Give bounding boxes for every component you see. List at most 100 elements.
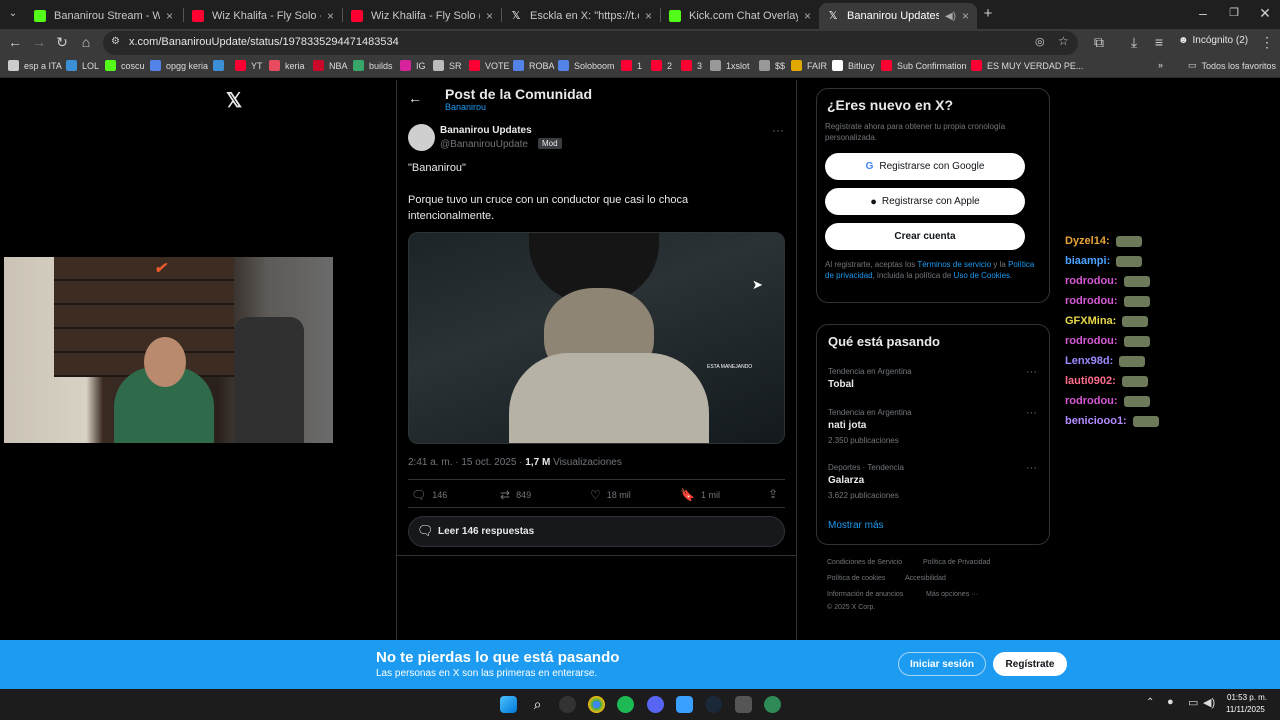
bookmark-item[interactable]: opgg keria <box>150 60 208 71</box>
window-close-icon[interactable]: ✕ <box>1256 4 1274 22</box>
extensions-icon[interactable]: ⧉ <box>1090 33 1108 51</box>
x-logo-icon[interactable]: 𝕏 <box>226 88 242 113</box>
register-button[interactable]: Regístrate <box>993 652 1067 676</box>
bookmark-item[interactable]: coscu <box>105 60 145 71</box>
bookmark-item[interactable]: VOTE <box>469 60 510 71</box>
bookmark-item[interactable]: Sub Confirmation <box>881 60 967 71</box>
microphone-icon[interactable]: ● <box>1167 696 1174 708</box>
trend-0-more-icon[interactable]: ··· <box>1026 366 1037 378</box>
bookmark-item[interactable]: $$ <box>759 60 785 71</box>
footer-link-terms[interactable]: Condiciones de Servicio <box>827 559 902 566</box>
bookmark-item[interactable]: builds <box>353 60 393 71</box>
steam-icon[interactable] <box>705 696 722 713</box>
login-button[interactable]: Iniciar sesión <box>898 652 986 676</box>
address-bar[interactable]: ⚙ x.com/BananirouUpdate/status/197833529… <box>103 31 1078 55</box>
bookmark-item[interactable]: Bitlucy <box>832 60 875 71</box>
spotify-icon[interactable] <box>617 696 634 713</box>
bookmark-button[interactable]: 🔖 1 mil <box>680 488 720 502</box>
bookmark-item[interactable]: 2 <box>651 60 672 71</box>
profile-button[interactable]: ☻ Incógnito (2) <box>1178 35 1248 46</box>
maximize-icon[interactable]: ❐ <box>1225 4 1243 22</box>
home-icon[interactable]: ⌂ <box>77 33 95 51</box>
bookmark-item[interactable]: NBA <box>313 60 348 71</box>
bookmark-item[interactable]: YT <box>235 60 263 71</box>
post-video[interactable]: ESTA MANEJANDO ➤ <box>408 232 785 444</box>
tray-chevron-icon[interactable]: ⌃ <box>1146 697 1154 708</box>
bookmark-item[interactable]: IG <box>400 60 426 71</box>
tab-search-icon[interactable]: ⌄ <box>4 5 22 23</box>
network-icon[interactable]: ▭ <box>1188 696 1198 709</box>
google-signup-button[interactable]: G Registrarse con Google <box>825 153 1025 180</box>
close-icon[interactable]: × <box>962 9 969 23</box>
clock-time[interactable]: 01:53 p. m. <box>1227 693 1267 702</box>
bookmark-item[interactable]: 1 <box>621 60 642 71</box>
chrome-icon[interactable] <box>588 696 605 713</box>
reload-icon[interactable]: ↻ <box>53 33 71 51</box>
post-timestamp[interactable]: 2:41 a. m. · 15 oct. 2025 · <box>408 457 523 468</box>
share-icon[interactable]: ⇪ <box>768 487 778 501</box>
bookmarks-overflow-icon[interactable]: » <box>1158 60 1163 70</box>
trend-1-name[interactable]: nati jota <box>828 420 866 431</box>
site-info-icon[interactable]: ⚙ <box>111 36 120 47</box>
reply-button[interactable]: 🗨 146 <box>411 488 447 502</box>
bookmark-item[interactable]: 1xslot <box>710 60 750 71</box>
tab-5-active[interactable]: 𝕏 Bananirou Updates en X: " ◀) × <box>819 3 977 29</box>
author-name[interactable]: Bananirou Updates <box>440 125 532 136</box>
back-arrow-icon[interactable]: ← <box>408 90 422 106</box>
bookmark-item[interactable]: esp a ITA <box>8 60 62 71</box>
bookmark-item[interactable]: keria <box>269 60 305 71</box>
forward-icon[interactable]: → <box>30 33 48 51</box>
terms-link[interactable]: Términos de servicio <box>917 260 991 269</box>
close-icon[interactable]: × <box>327 9 334 23</box>
bookmark-item[interactable]: FAIR <box>791 60 827 71</box>
footer-link-privacy[interactable]: Política de Privacidad <box>923 559 990 566</box>
trend-0-name[interactable]: Tobal <box>828 379 854 390</box>
author-handle[interactable]: @BananirouUpdate <box>440 139 528 150</box>
footer-link-cookies[interactable]: Política de cookies <box>827 575 885 582</box>
start-icon[interactable] <box>500 696 517 713</box>
bookmark-item[interactable] <box>213 60 229 71</box>
close-icon[interactable]: × <box>486 9 493 23</box>
bookmark-item[interactable]: ROBA <box>513 60 555 71</box>
menu-icon[interactable]: ⋮ <box>1258 33 1276 51</box>
speaker-icon[interactable]: ◀) <box>945 11 956 22</box>
star-icon[interactable]: ☆ <box>1058 34 1069 48</box>
tab-2[interactable]: Wiz Khalifa - Fly Solo (LYRICS) × <box>343 3 501 29</box>
footer-link-ads[interactable]: Información de anuncios <box>827 591 903 598</box>
minimize-icon[interactable]: – <box>1194 4 1212 22</box>
apple-signup-button[interactable]: ● Registrarse con Apple <box>825 188 1025 215</box>
bookmark-item[interactable]: Soloboom <box>558 60 615 71</box>
cookies-link[interactable]: Uso de Cookies <box>954 271 1010 280</box>
tab-1[interactable]: Wiz Khalifa - Fly Solo - YouTube × <box>184 3 342 29</box>
more-options-icon[interactable]: ··· <box>772 123 784 137</box>
trend-2-name[interactable]: Galarza <box>828 475 864 486</box>
show-more-link[interactable]: Mostrar más <box>828 520 884 531</box>
notepad-icon[interactable] <box>676 696 693 713</box>
clock-date[interactable]: 11/11/2025 <box>1226 705 1265 714</box>
trend-1-more-icon[interactable]: ··· <box>1026 407 1037 419</box>
footer-link-more[interactable]: Más opciones ··· <box>926 591 978 598</box>
discord-icon[interactable] <box>647 696 664 713</box>
search-icon[interactable]: ⌕ <box>529 696 546 713</box>
bookmark-item[interactable]: ES MUY VERDAD PE... <box>971 60 1083 71</box>
trend-2-more-icon[interactable]: ··· <box>1026 462 1037 474</box>
bookmark-item[interactable]: LOL <box>66 60 99 71</box>
bookmark-item[interactable]: SR <box>433 60 462 71</box>
like-button[interactable]: ♡ 18 mil <box>590 488 631 502</box>
close-icon[interactable]: × <box>166 9 173 23</box>
repost-button[interactable]: ⇄ 849 <box>500 488 531 502</box>
tab-0[interactable]: Bananirou Stream - Watch Live × <box>26 3 181 29</box>
create-account-button[interactable]: Crear cuenta <box>825 223 1025 250</box>
back-icon[interactable]: ← <box>6 33 24 51</box>
tab-3[interactable]: 𝕏 Esckla en X: "https://t.co/aC7Ap × <box>502 3 660 29</box>
obs-icon[interactable] <box>559 696 576 713</box>
app-icon[interactable] <box>735 696 752 713</box>
tab-4[interactable]: Kick.com Chat Overlay × <box>661 3 819 29</box>
close-icon[interactable]: × <box>804 9 811 23</box>
volume-icon[interactable]: ◀) <box>1203 696 1215 709</box>
globe-icon[interactable] <box>764 696 781 713</box>
all-bookmarks-button[interactable]: ▭ Todos los favoritos <box>1188 60 1276 71</box>
footer-link-accessibility[interactable]: Accesibilidad <box>905 575 946 582</box>
eye-off-icon[interactable]: ◎ <box>1035 35 1045 48</box>
read-replies-button[interactable]: 🗨 Leer 146 respuestas <box>408 516 785 547</box>
